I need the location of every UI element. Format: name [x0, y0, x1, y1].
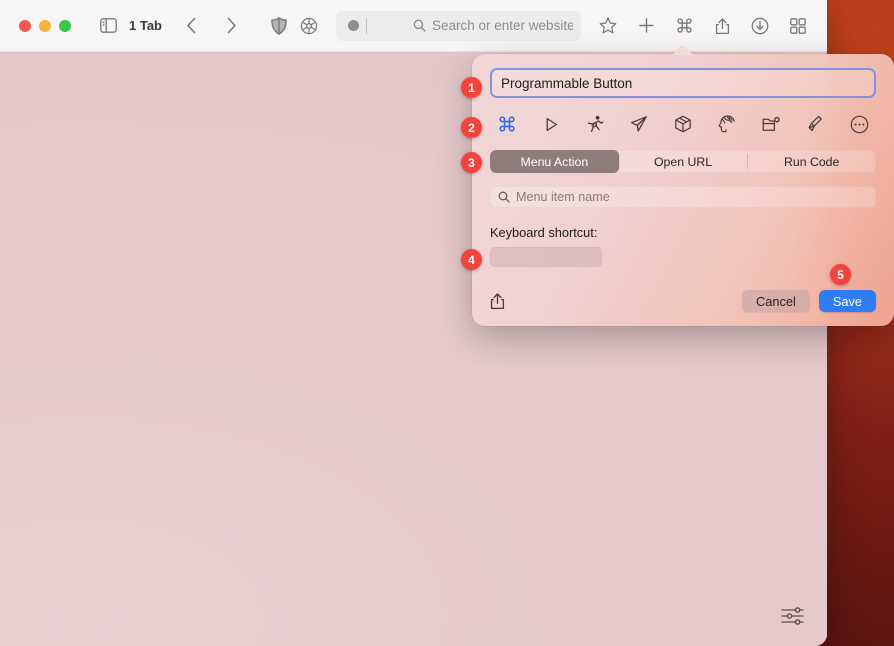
forward-icon[interactable]: [216, 12, 246, 40]
new-tab-plus-icon[interactable]: [631, 12, 661, 40]
toolbar-right-icons: [593, 12, 813, 40]
shield-icon[interactable]: [264, 12, 294, 40]
menu-item-search-field[interactable]: Menu item name: [490, 186, 876, 208]
keyboard-shortcut-input[interactable]: [490, 247, 602, 267]
navigation-buttons: [176, 12, 246, 40]
reader-dot-icon[interactable]: [348, 20, 359, 31]
back-icon[interactable]: [176, 12, 206, 40]
running-person-icon[interactable]: [582, 112, 608, 136]
action-type-segmented-control: Menu Action Open URL Run Code: [490, 150, 876, 173]
ellipsis-circle-icon[interactable]: [846, 112, 872, 136]
tab-open-url[interactable]: Open URL: [619, 150, 748, 173]
menu-item-search-placeholder: Menu item name: [516, 190, 610, 204]
annotation-badge-2: 2: [461, 117, 482, 138]
save-button[interactable]: Save: [819, 290, 876, 312]
annotation-badge-1: 1: [461, 77, 482, 98]
tab-menu-action[interactable]: Menu Action: [490, 150, 619, 173]
button-name-input[interactable]: [490, 68, 876, 98]
brain-head-icon[interactable]: [714, 112, 740, 136]
command-icon[interactable]: [494, 112, 520, 136]
annotation-badge-5: 5: [830, 264, 851, 285]
maximize-window-button[interactable]: [59, 20, 71, 32]
gear-icon[interactable]: [294, 12, 324, 40]
popover-footer: Cancel Save: [490, 290, 876, 312]
play-triangle-icon[interactable]: [538, 112, 564, 136]
share-icon[interactable]: [490, 292, 505, 310]
search-icon: [498, 191, 510, 203]
minimize-window-button[interactable]: [39, 20, 51, 32]
address-bar-divider: [366, 18, 367, 34]
browser-toolbar: 1 Tab: [0, 0, 827, 52]
icon-picker-row: [490, 112, 876, 136]
tab-run-code[interactable]: Run Code: [747, 150, 876, 173]
annotation-badge-4: 4: [461, 249, 482, 270]
close-window-button[interactable]: [19, 20, 31, 32]
popover-arrow: [672, 45, 694, 55]
search-icon: [413, 19, 426, 32]
downloads-icon[interactable]: [745, 12, 775, 40]
share-icon[interactable]: [707, 12, 737, 40]
sliders-icon[interactable]: [779, 603, 805, 629]
programmable-button-popover: Menu Action Open URL Run Code Menu item …: [472, 54, 894, 326]
sidebar-icon[interactable]: [93, 12, 123, 40]
folder-gear-icon[interactable]: [758, 112, 784, 136]
traffic-lights: [19, 20, 71, 32]
keyboard-shortcut-label: Keyboard shortcut:: [490, 225, 876, 240]
cancel-button[interactable]: Cancel: [742, 290, 810, 312]
address-bar-placeholder: Search or enter website na: [432, 18, 573, 33]
desktop-background: 1 Tab: [0, 0, 894, 646]
tab-count-label: 1 Tab: [129, 18, 162, 33]
annotation-badge-3: 3: [461, 152, 482, 173]
button-name-field-wrapper: [490, 68, 876, 98]
bookmark-star-icon[interactable]: [593, 12, 623, 40]
address-bar[interactable]: Search or enter website na: [336, 11, 581, 41]
paint-roller-icon[interactable]: [802, 112, 828, 136]
tab-overview-icon[interactable]: [783, 12, 813, 40]
paper-plane-icon[interactable]: [626, 112, 652, 136]
command-icon[interactable]: [669, 12, 699, 40]
cube-box-icon[interactable]: [670, 112, 696, 136]
